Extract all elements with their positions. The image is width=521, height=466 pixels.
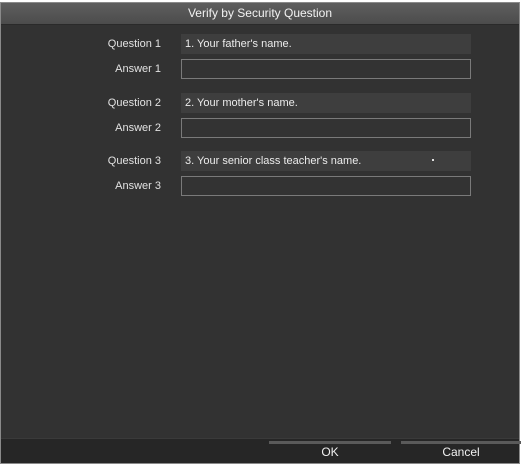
answer-input-2[interactable] [181, 118, 471, 138]
answer-row-3: Answer 3 [1, 176, 519, 197]
cancel-button[interactable]: Cancel [401, 441, 521, 461]
ok-button[interactable]: OK [269, 441, 391, 461]
question-row-3: Question 3 3. Your senior class teacher'… [1, 151, 519, 172]
dialog-footer: OK Cancel [1, 438, 521, 463]
answer-label-3: Answer 3 [115, 180, 161, 192]
answer-label-1: Answer 1 [115, 63, 161, 75]
cursor-dot [432, 159, 434, 161]
question-select-2[interactable]: 2. Your mother's name. [181, 93, 471, 113]
question-row-2: Question 2 2. Your mother's name. [1, 93, 519, 114]
question-label-3: Question 3 [107, 155, 161, 167]
answer-input-1[interactable] [181, 59, 471, 79]
question-select-3[interactable]: 3. Your senior class teacher's name. [181, 151, 471, 171]
security-question-dialog: Verify by Security Question Question 1 1… [0, 2, 521, 464]
question-label-1: Question 1 [107, 38, 161, 50]
answer-row-2: Answer 2 [1, 118, 519, 139]
answer-label-2: Answer 2 [115, 122, 161, 134]
question-label-2: Question 2 [107, 97, 161, 109]
answer-row-1: Answer 1 [1, 59, 519, 80]
answer-input-3[interactable] [181, 176, 471, 196]
dialog-title: Verify by Security Question [1, 3, 519, 25]
question-row-1: Question 1 1. Your father's name. [1, 34, 519, 55]
question-select-1[interactable]: 1. Your father's name. [181, 34, 471, 54]
